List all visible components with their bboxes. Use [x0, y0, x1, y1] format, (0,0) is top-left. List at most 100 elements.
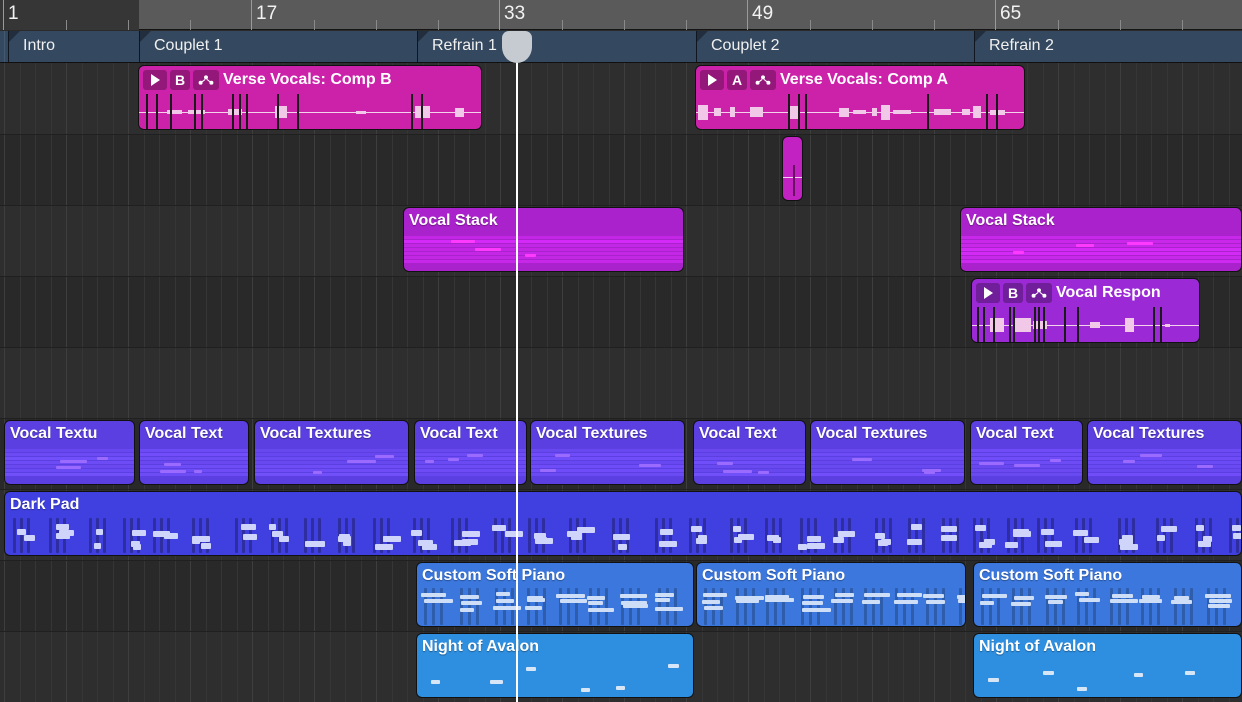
grid-line	[97, 63, 98, 702]
midi-note	[616, 686, 625, 690]
region-vocal-textures[interactable]: Vocal Textures	[254, 420, 409, 485]
comp-takes-icon[interactable]	[193, 70, 219, 90]
midi-note	[123, 518, 126, 553]
marker-corner-icon	[140, 31, 151, 42]
midi-note	[1045, 595, 1067, 599]
midi-note-band	[255, 473, 408, 476]
midi-note	[431, 680, 440, 684]
transient-marker	[156, 94, 158, 129]
midi-note	[1037, 518, 1040, 553]
region-take-letter[interactable]: A	[727, 70, 747, 90]
waveform-segment	[730, 107, 735, 117]
region-vocal-text[interactable]: Vocal Text	[414, 420, 527, 485]
comp-takes-icon[interactable]	[750, 70, 776, 90]
grid-line	[376, 63, 377, 702]
region-take-letter[interactable]: B	[170, 70, 190, 90]
play-triangle-icon	[151, 74, 160, 86]
midi-note	[164, 463, 181, 466]
waveform-segment	[714, 108, 721, 116]
region-night-of-avalon[interactable]: Night of Avalon	[973, 633, 1242, 698]
region-take-letter[interactable]: B	[1003, 283, 1023, 303]
midi-note	[468, 588, 471, 625]
midi-note	[494, 518, 497, 553]
waveform-segment	[455, 108, 464, 117]
midi-note-band	[1088, 473, 1241, 476]
midi-note	[1045, 541, 1062, 547]
midi-note	[922, 469, 941, 472]
ruler-major-tick	[3, 0, 4, 30]
midi-note	[1050, 459, 1061, 462]
marker-refrain-1[interactable]: Refrain 1	[417, 31, 696, 63]
ruler-major-tick	[995, 0, 996, 30]
midi-note	[243, 534, 257, 540]
transient-marker	[1009, 307, 1011, 342]
marker-intro[interactable]: Intro	[8, 31, 139, 63]
transient-marker	[1153, 307, 1155, 342]
midi-note	[1209, 599, 1232, 603]
region-vocal-text[interactable]: Vocal Text	[970, 420, 1083, 485]
tracks-area: 117334965 IntroCouplet 1Refrain 1Couplet…	[0, 0, 1242, 702]
ruler-cycle-area[interactable]	[0, 0, 139, 30]
ruler-bar-number: 33	[504, 2, 525, 26]
grid-line	[345, 63, 346, 702]
region-verse-vocals-comp-a[interactable]: AVerse Vocals: Comp A	[695, 65, 1025, 130]
midi-note	[801, 588, 804, 625]
region-vocal-text[interactable]: Vocal Text	[139, 420, 249, 485]
region-vocal-textu[interactable]: Vocal Textu	[4, 420, 135, 485]
region-vocal-text[interactable]: Vocal Text	[693, 420, 806, 485]
region-verse-vocals-comp-b[interactable]: BVerse Vocals: Comp B	[138, 65, 482, 130]
grid-line	[237, 63, 238, 702]
region-night-of-avalon[interactable]: Night of Avalon	[416, 633, 694, 698]
grid-line	[190, 63, 191, 702]
marker-couplet-1[interactable]: Couplet 1	[139, 31, 417, 63]
midi-note	[834, 518, 837, 553]
midi-note-band	[961, 252, 1241, 255]
region-play-icon[interactable]	[976, 283, 1000, 303]
region-vocal-stack[interactable]: Vocal Stack	[403, 207, 684, 272]
midi-note	[588, 608, 614, 612]
region-custom-soft-piano[interactable]: Custom Soft Piano	[416, 562, 694, 627]
region-vocal-textures[interactable]: Vocal Textures	[530, 420, 685, 485]
region-play-icon[interactable]	[700, 70, 724, 90]
marker-corner-icon	[697, 31, 708, 42]
marker-refrain-2[interactable]: Refrain 2	[974, 31, 1242, 63]
region-untitled[interactable]	[782, 136, 803, 201]
midi-note	[655, 593, 674, 597]
playhead-handle[interactable]	[502, 31, 532, 63]
region-vocal-respon[interactable]: BVocal Respon	[971, 278, 1200, 343]
region-vocal-textures[interactable]: Vocal Textures	[810, 420, 965, 485]
region-custom-soft-piano[interactable]: Custom Soft Piano	[696, 562, 966, 627]
transient-marker	[1160, 307, 1162, 342]
grid-line	[20, 63, 21, 702]
midi-note-band	[811, 457, 964, 460]
region-title: Night of Avalon	[974, 634, 1100, 658]
midi-note	[89, 518, 92, 553]
midi-note	[979, 462, 1004, 465]
bar-ruler[interactable]: 117334965	[0, 0, 1242, 30]
midi-note	[605, 588, 608, 625]
region-vocal-textures[interactable]: Vocal Textures	[1087, 420, 1242, 485]
region-custom-soft-piano[interactable]: Custom Soft Piano	[973, 562, 1242, 627]
midi-note	[1041, 529, 1054, 535]
midi-note	[581, 688, 590, 692]
comp-takes-icon[interactable]	[1026, 283, 1052, 303]
midi-note-band	[961, 248, 1241, 251]
midi-note	[817, 588, 820, 625]
grid-line	[268, 63, 269, 702]
region-vocal-stack[interactable]: Vocal Stack	[960, 207, 1242, 272]
transient-marker	[146, 94, 148, 129]
midi-note	[1197, 465, 1213, 468]
playhead-line[interactable]	[516, 31, 518, 702]
marker-couplet-2[interactable]: Couplet 2	[696, 31, 974, 63]
midi-note-band	[404, 248, 683, 251]
midi-note-band	[1088, 457, 1241, 460]
track-canvas[interactable]: BVerse Vocals: Comp B AVerse Vocals: Comp…	[0, 63, 1242, 702]
region-dark-pad[interactable]: Dark Pad	[4, 491, 1242, 556]
midi-note	[984, 539, 995, 545]
track-separator	[0, 205, 1242, 206]
marker-track[interactable]: IntroCouplet 1Refrain 1Couplet 2Refrain …	[0, 31, 1242, 63]
ruler-minor-tick	[66, 20, 67, 30]
midi-note-band	[694, 453, 805, 456]
midi-note	[540, 469, 556, 472]
region-play-icon[interactable]	[143, 70, 167, 90]
